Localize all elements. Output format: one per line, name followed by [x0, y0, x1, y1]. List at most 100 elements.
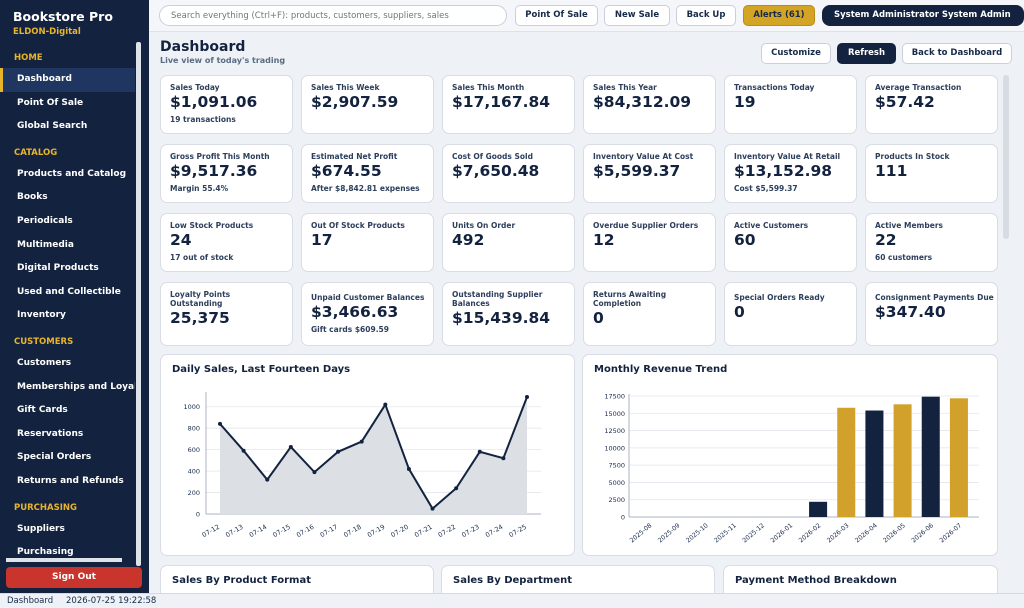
sidebar-item-digital-products[interactable]: Digital Products — [0, 257, 135, 281]
x-tick-label: 07-25 — [508, 523, 528, 539]
data-point — [218, 421, 222, 426]
x-tick-label: 2025-11 — [713, 522, 738, 544]
kpi-card-sales-this-year[interactable]: Sales This Year $84,312.09 — [583, 75, 716, 134]
kpi-card-sales-this-week[interactable]: Sales This Week $2,907.59 — [301, 75, 434, 134]
kpi-label: Outstanding Supplier Balances — [452, 290, 543, 308]
kpi-card-low-stock-products[interactable]: Low Stock Products 24 17 out of stock — [160, 213, 293, 272]
top-bar: Point Of Sale New Sale Back Up Alerts (6… — [149, 0, 1024, 32]
revenue-bar — [809, 501, 828, 517]
back-to-dashboard-button[interactable]: Back to Dashboard — [902, 43, 1012, 64]
kpi-card-consignment-payments-due[interactable]: Consignment Payments Due $347.40 — [865, 282, 998, 346]
sidebar-item-customers[interactable]: Customers — [0, 352, 135, 376]
kpi-label: Inventory Value At Retail — [734, 152, 841, 161]
kpi-card-loyalty-points-outstanding[interactable]: Loyalty Points Outstanding 25,375 — [160, 282, 293, 346]
kpi-value: 12 — [593, 231, 615, 249]
sidebar-item-memberships-and-loyalty[interactable]: Memberships and Loyalty — [0, 376, 135, 400]
sign-out-button[interactable]: Sign Out — [6, 567, 142, 588]
kpi-card-units-on-order[interactable]: Units On Order 492 — [442, 213, 575, 272]
kpi-card-inventory-value-at-retail[interactable]: Inventory Value At Retail $13,152.98 Cost … — [724, 144, 857, 203]
sidebar-item-multimedia[interactable]: Multimedia — [0, 234, 135, 258]
kpi-card-products-in-stock[interactable]: Products In Stock 111 — [865, 144, 998, 203]
refresh-button[interactable]: Refresh — [837, 43, 896, 64]
kpi-card-sales-today[interactable]: Sales Today $1,091.06 19 transactions — [160, 75, 293, 134]
back-up-button[interactable]: Back Up — [676, 5, 736, 26]
kpi-label: Low Stock Products — [170, 221, 254, 230]
kpi-value: 111 — [875, 162, 908, 180]
sidebar-item-books[interactable]: Books — [0, 186, 135, 210]
alerts-button[interactable]: Alerts (61) — [743, 5, 815, 26]
kpi-card-special-orders-ready[interactable]: Special Orders Ready 0 — [724, 282, 857, 346]
global-search-input[interactable] — [159, 5, 507, 26]
status-bar: Dashboard 2026-07-25 19:22:58 — [0, 593, 1024, 608]
kpi-card-active-members[interactable]: Active Members 22 60 customers — [865, 213, 998, 272]
sidebar-item-periodicals[interactable]: Periodicals — [0, 210, 135, 234]
kpi-card-sales-this-month[interactable]: Sales This Month $17,167.84 — [442, 75, 575, 134]
x-tick-label: 2026-03 — [826, 522, 851, 544]
user-menu-button[interactable]: System Administrator System Admin — [822, 5, 1024, 26]
x-tick-label: 07-24 — [484, 523, 504, 539]
main-scrollbar[interactable] — [1003, 75, 1009, 239]
kpi-card-overdue-supplier-orders[interactable]: Overdue Supplier Orders 12 — [583, 213, 716, 272]
sidebar-scrollbar[interactable] — [136, 42, 141, 566]
kpi-value: $674.55 — [311, 162, 382, 180]
kpi-subtext: 19 transactions — [170, 115, 236, 124]
app-subtitle: ELDON-Digital — [13, 27, 81, 37]
x-tick-label: 2026-01 — [770, 522, 795, 544]
sidebar-item-suppliers[interactable]: Suppliers — [0, 518, 135, 542]
kpi-card-transactions-today[interactable]: Transactions Today 19 — [724, 75, 857, 134]
kpi-card-returns-awaiting-completion[interactable]: Returns Awaiting Completion 0 — [583, 282, 716, 346]
kpi-value: 492 — [452, 231, 485, 249]
kpi-subtext: After $8,842.81 expenses — [311, 184, 420, 193]
sidebar-horizontal-scrollbar[interactable] — [6, 558, 122, 562]
sidebar-item-products-and-catalog[interactable]: Products and Catalog — [0, 163, 135, 187]
x-tick-label: 07-14 — [248, 523, 268, 539]
kpi-value: $2,907.59 — [311, 93, 399, 111]
kpi-card-unpaid-customer-balances[interactable]: Unpaid Customer Balances $3,466.63 Gift ca… — [301, 282, 434, 346]
kpi-card-cost-of-goods-sold[interactable]: Cost Of Goods Sold $7,650.48 — [442, 144, 575, 203]
kpi-card-out-of-stock-products[interactable]: Out Of Stock Products 17 — [301, 213, 434, 272]
kpi-label: Out Of Stock Products — [311, 221, 405, 230]
point-of-sale-button[interactable]: Point Of Sale — [515, 5, 598, 26]
customize-button[interactable]: Customize — [761, 43, 831, 64]
new-sale-button[interactable]: New Sale — [604, 5, 670, 26]
kpi-value: $1,091.06 — [170, 93, 258, 111]
product-format-panel: Sales By Product Format — [160, 565, 434, 593]
x-tick-label: 2025-09 — [657, 522, 682, 544]
department-panel: Sales By Department — [441, 565, 715, 593]
kpi-label: Sales This Month — [452, 83, 525, 92]
sidebar-item-dashboard[interactable]: Dashboard — [0, 68, 135, 92]
revenue-bar — [949, 398, 968, 517]
monthly-revenue-chart: 0 2500 5000 7500 10000 12500 15000 17500 2025-08… — [604, 393, 979, 544]
kpi-label: Special Orders Ready — [734, 293, 825, 302]
sidebar-item-global-search[interactable]: Global Search — [0, 115, 135, 139]
kpi-card-inventory-value-at-cost[interactable]: Inventory Value At Cost $5,599.37 — [583, 144, 716, 203]
data-point — [406, 466, 411, 471]
y-tick-label: 0 — [621, 514, 625, 522]
kpi-card-average-transaction[interactable]: Average Transaction $57.42 — [865, 75, 998, 134]
y-tick-label: 800 — [188, 425, 200, 433]
kpi-label: Overdue Supplier Orders — [593, 221, 699, 230]
sidebar-item-used-and-collectible[interactable]: Used and Collectible — [0, 281, 135, 305]
kpi-card-estimated-net-profit[interactable]: Estimated Net Profit $674.55 After $8,842.… — [301, 144, 434, 203]
sidebar-item-special-orders[interactable]: Special Orders — [0, 446, 135, 470]
revenue-bar — [865, 410, 884, 517]
sidebar-item-returns-and-refunds[interactable]: Returns and Refunds — [0, 470, 135, 494]
status-location: Dashboard — [7, 596, 54, 606]
kpi-label: Active Customers — [734, 221, 809, 230]
kpi-value: 25,375 — [170, 309, 230, 327]
sidebar-item-reservations[interactable]: Reservations — [0, 423, 135, 447]
sidebar-nav: HOME Dashboard Point Of Sale Global Search C… — [0, 43, 149, 563]
x-tick-label: 2026-02 — [798, 522, 823, 544]
x-tick-label: 07-12 — [201, 523, 221, 539]
sidebar-item-point-of-sale[interactable]: Point Of Sale — [0, 92, 135, 116]
x-tick-label: 07-17 — [319, 523, 339, 539]
kpi-label: Consignment Payments Due — [875, 293, 994, 302]
kpi-label: Cost Of Goods Sold — [452, 152, 533, 161]
kpi-card-gross-profit-this-month[interactable]: Gross Profit This Month $9,517.36 Margin 5… — [160, 144, 293, 203]
kpi-card-active-customers[interactable]: Active Customers 60 — [724, 213, 857, 272]
sidebar-item-gift-cards[interactable]: Gift Cards — [0, 399, 135, 423]
payment-method-title: Payment Method Breakdown — [735, 575, 897, 586]
data-point — [288, 444, 293, 449]
kpi-card-outstanding-supplier-balances[interactable]: Outstanding Supplier Balances $15,439.84 — [442, 282, 575, 346]
sidebar-item-inventory[interactable]: Inventory — [0, 304, 135, 328]
